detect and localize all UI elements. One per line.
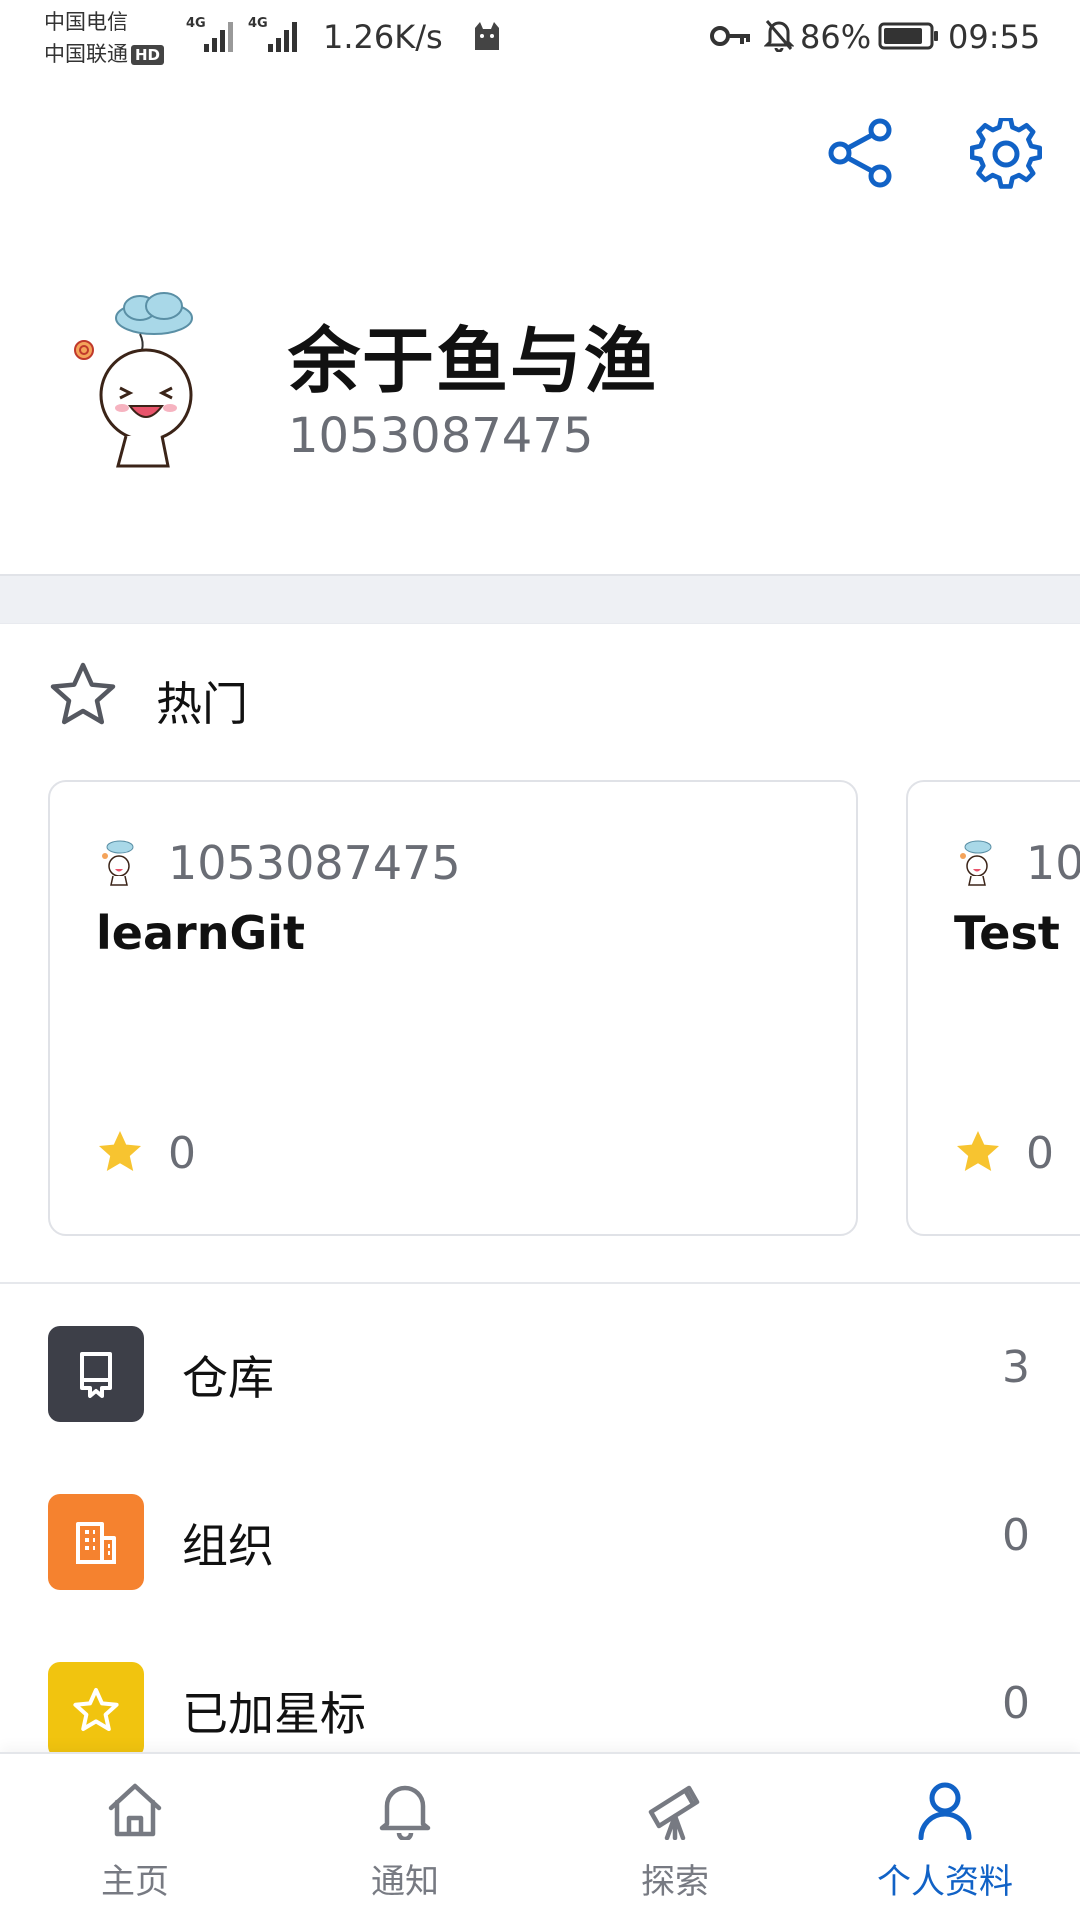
menu-label: 仓库: [182, 1351, 274, 1405]
cat-icon: [475, 22, 499, 50]
repo-tile: [48, 1326, 144, 1422]
share-icon: [828, 118, 892, 188]
menu-item-starred[interactable]: 已加星标 0: [0, 1648, 1080, 1768]
menu-count: 0: [1002, 1678, 1030, 1729]
owner-avatar: [102, 840, 134, 886]
star-filled-icon: [99, 1131, 141, 1171]
nav-label: 主页: [101, 1862, 169, 1902]
repo-name: learnGit: [96, 906, 305, 960]
repo-card[interactable]: 1053087475 Test 0: [906, 780, 1080, 1236]
repo-owner: 1053087475: [168, 836, 461, 890]
telescope-icon: [648, 1785, 700, 1840]
star-outline-icon: [50, 662, 116, 725]
menu-count: 3: [1002, 1342, 1030, 1393]
bell-off-icon: [764, 20, 794, 52]
nav-home[interactable]: 主页: [0, 1754, 270, 1920]
hd-badge: HD: [131, 45, 165, 65]
share-button[interactable]: [828, 118, 894, 188]
star-icon: [73, 1688, 119, 1731]
cloud-icon: [115, 292, 193, 351]
home-icon: [108, 1783, 162, 1837]
section-separator: [0, 574, 1080, 624]
nav-label: 个人资料: [877, 1862, 1013, 1902]
owner-avatar: [960, 840, 992, 886]
key-icon: [710, 26, 750, 46]
menu-item-repositories[interactable]: 仓库 3: [0, 1312, 1080, 1432]
repo-name: Test: [954, 906, 1060, 960]
popular-section-title: 热门: [156, 677, 248, 731]
starred-tile: [48, 1662, 144, 1758]
signal-1-icon: 4G: [186, 16, 238, 52]
repo-star-count: 0: [168, 1128, 196, 1179]
network-type-1: 4G: [186, 16, 206, 31]
nav-notifications[interactable]: 通知: [270, 1754, 540, 1920]
divider: [0, 1282, 1080, 1284]
nav-label: 通知: [371, 1862, 439, 1902]
repo-owner: 1053087475: [1026, 836, 1080, 890]
settings-button[interactable]: [970, 118, 1042, 190]
nav-label: 探索: [641, 1862, 709, 1902]
carrier-2-row: 中国联通 HD: [44, 38, 165, 70]
profile-id: 1053087475: [288, 408, 594, 464]
menu-item-organizations[interactable]: 组织 0: [0, 1480, 1080, 1600]
profile-screen: 中国电信 中国联通 HD 4G 4G 1.26K/s 86% 09:55 余于鱼…: [0, 0, 1080, 1920]
repo-star-count: 0: [1026, 1128, 1054, 1179]
signal-2-icon: 4G: [248, 16, 304, 52]
person-icon: [918, 1782, 972, 1840]
battery-icon: [878, 22, 938, 50]
snail-icon: [74, 340, 94, 360]
gear-icon: [970, 118, 1042, 189]
organization-icon: [76, 1522, 116, 1564]
avatar[interactable]: [62, 290, 212, 470]
carrier-1: 中国电信: [44, 10, 128, 34]
bottom-navigation: 主页 通知 探索 个人资料: [0, 1752, 1080, 1920]
nav-profile[interactable]: 个人资料: [810, 1754, 1080, 1920]
repo-card[interactable]: 1053087475 learnGit 0: [48, 780, 858, 1236]
net-speed: 1.26K/s: [323, 18, 443, 56]
profile-name: 余于鱼与渔: [288, 319, 659, 403]
network-type-2: 4G: [248, 16, 268, 31]
menu-label: 组织: [182, 1519, 274, 1573]
menu-label: 已加星标: [182, 1687, 366, 1741]
carrier-info: 中国电信 中国联通 HD: [44, 6, 165, 70]
organization-tile: [48, 1494, 144, 1590]
menu-count: 0: [1002, 1510, 1030, 1561]
repo-icon: [80, 1352, 112, 1398]
battery-percent: 86%: [800, 18, 872, 56]
carrier-2: 中国联通: [44, 42, 128, 66]
nav-explore[interactable]: 探索: [540, 1754, 810, 1920]
clock: 09:55: [948, 18, 1041, 56]
bell-icon: [379, 1785, 431, 1840]
star-filled-icon: [957, 1131, 999, 1171]
status-bar: 中国电信 中国联通 HD 4G 4G 1.26K/s 86% 09:55: [0, 0, 1080, 80]
